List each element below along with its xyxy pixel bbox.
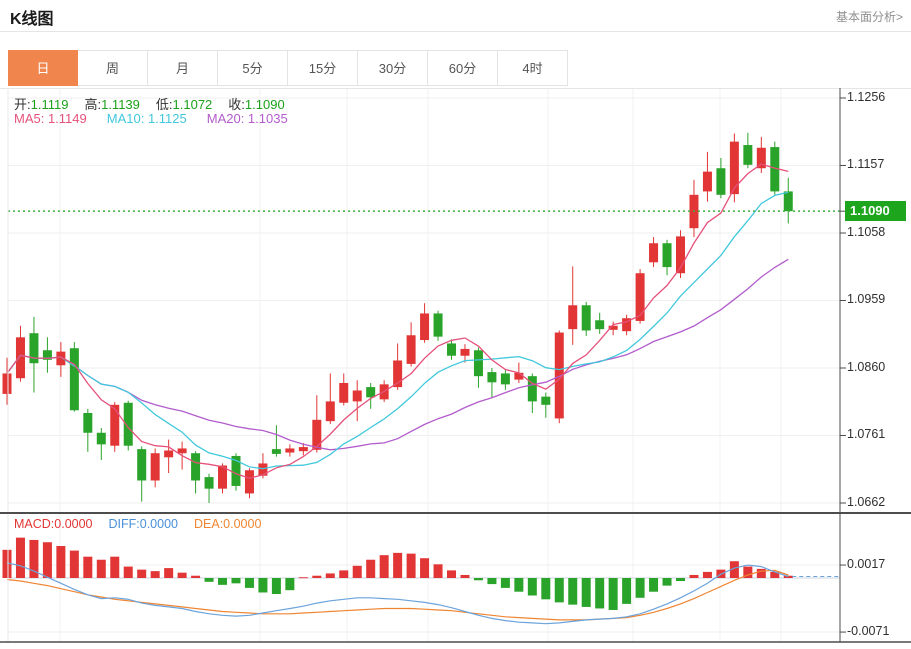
y-axis-tick-label: 1.0662 (847, 495, 885, 509)
ohlc-label: 低: (156, 97, 173, 112)
ohlc-value: 1.1072 (173, 97, 213, 112)
y-axis-tick-label: 1.1157 (847, 157, 884, 171)
ohlc-label: 收: (228, 97, 245, 112)
ohlc-label: 高: (84, 97, 101, 112)
ohlc-value: 1.1139 (101, 97, 140, 112)
tab-60min[interactable]: 60分 (428, 50, 498, 86)
tab-5min[interactable]: 5分 (218, 50, 288, 86)
tab-4hour[interactable]: 4时 (498, 50, 568, 86)
macd-value: DIFF:0.0000 (109, 517, 178, 531)
macd-readout: MACD:0.0000 DIFF:0.0000 DEA:0.0000 (14, 517, 277, 531)
tab-week[interactable]: 周 (78, 50, 148, 86)
tab-month[interactable]: 月 (148, 50, 218, 86)
tab-day[interactable]: 日 (8, 50, 78, 86)
ma-value: MA10: 1.1125 (107, 111, 187, 126)
current-price-badge: 1.1090 (845, 201, 906, 221)
y-axis-tick-label: -0.0071 (847, 624, 889, 638)
y-axis-tick-label: 0.0017 (847, 557, 885, 571)
y-axis-tick-label: 1.0761 (847, 427, 885, 441)
ma-readout: MA5: 1.1149 MA10: 1.1125 MA20: 1.1035 (14, 111, 308, 126)
ma-value: MA5: 1.1149 (14, 111, 87, 126)
interval-tabs: 日周月5分15分30分60分4时 (8, 50, 568, 86)
page-title: K线图 (10, 5, 54, 29)
y-axis-tick-label: 1.0860 (847, 360, 885, 374)
macd-value: DEA:0.0000 (194, 517, 261, 531)
y-axis-tick-label: 1.0959 (847, 292, 885, 306)
ohlc-label: 开: (14, 97, 31, 112)
y-axis-tick-label: 1.1256 (847, 90, 885, 104)
macd-value: MACD:0.0000 (14, 517, 93, 531)
y-axis-tick-label: 1.1058 (847, 225, 885, 239)
tab-30min[interactable]: 30分 (358, 50, 428, 86)
ohlc-value: 1.1090 (245, 97, 285, 112)
chart-area: 开:1.1119高:1.1139低:1.1072收:1.1090 MA5: 1.… (0, 88, 911, 649)
fundamental-analysis-link[interactable]: 基本面分析> (836, 8, 903, 25)
tab-15min[interactable]: 15分 (288, 50, 358, 86)
ma-value: MA20: 1.1035 (207, 111, 288, 126)
kline-page: { "header": { "title": "K线图", "link": "基… (0, 0, 911, 649)
top-bar: K线图 基本面分析> (0, 0, 911, 32)
candlestick-chart[interactable] (0, 88, 911, 649)
ohlc-value: 1.1119 (31, 97, 69, 112)
